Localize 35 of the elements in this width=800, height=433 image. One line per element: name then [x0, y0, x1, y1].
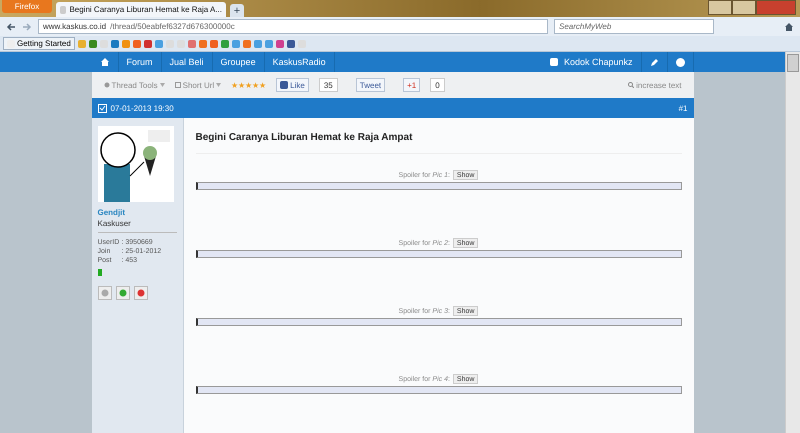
like-button[interactable]: Like: [276, 78, 309, 92]
like-count: 35: [318, 78, 338, 92]
scrollbar[interactable]: [785, 52, 800, 433]
checkbox-icon: [98, 104, 106, 112]
forward-icon[interactable]: [22, 22, 32, 32]
author-name[interactable]: Gendjit: [98, 208, 176, 217]
message-button[interactable]: [116, 286, 130, 300]
short-url-menu[interactable]: Short Url: [174, 80, 222, 90]
gear-icon: [104, 82, 110, 88]
thread-tools-menu[interactable]: Thread Tools: [104, 80, 165, 90]
home-icon[interactable]: [784, 22, 794, 32]
browser-tab[interactable]: Begini Caranya Liburan Hemat ke Raja A...: [56, 2, 226, 17]
thread-title: Begini Caranya Liburan Hemat ke Raja Ampat: [196, 118, 682, 154]
post-number[interactable]: #1: [678, 104, 688, 112]
firefox-menu-button[interactable]: Firefox: [2, 0, 52, 13]
report-button[interactable]: [134, 286, 148, 300]
reputation-icon: [98, 269, 102, 276]
tweet-button[interactable]: Tweet: [356, 78, 386, 92]
caret-icon: [160, 83, 165, 87]
plus-one-count: 0: [430, 78, 445, 92]
address-field[interactable]: www.kaskus.co.id /thread/50eabfef6327d676300000c: [38, 19, 548, 34]
search-icon: [628, 82, 634, 88]
search-field[interactable]: SearchMyWeb: [554, 19, 714, 34]
bookmark-item[interactable]: Getting Started: [3, 37, 75, 50]
author-rank: Kaskuser: [98, 219, 176, 233]
caret-icon: [216, 83, 222, 87]
block-button[interactable]: [98, 286, 112, 300]
post-date: 07-01-2013 19:30: [110, 104, 174, 112]
increase-text-link[interactable]: increase text: [628, 80, 682, 90]
back-icon[interactable]: [6, 22, 16, 32]
new-tab-button[interactable]: +: [230, 4, 244, 17]
plus-one-button[interactable]: +1: [403, 78, 420, 92]
minimize-button[interactable]: [708, 0, 732, 15]
maximize-button[interactable]: [732, 0, 756, 15]
link-icon: [174, 82, 181, 88]
